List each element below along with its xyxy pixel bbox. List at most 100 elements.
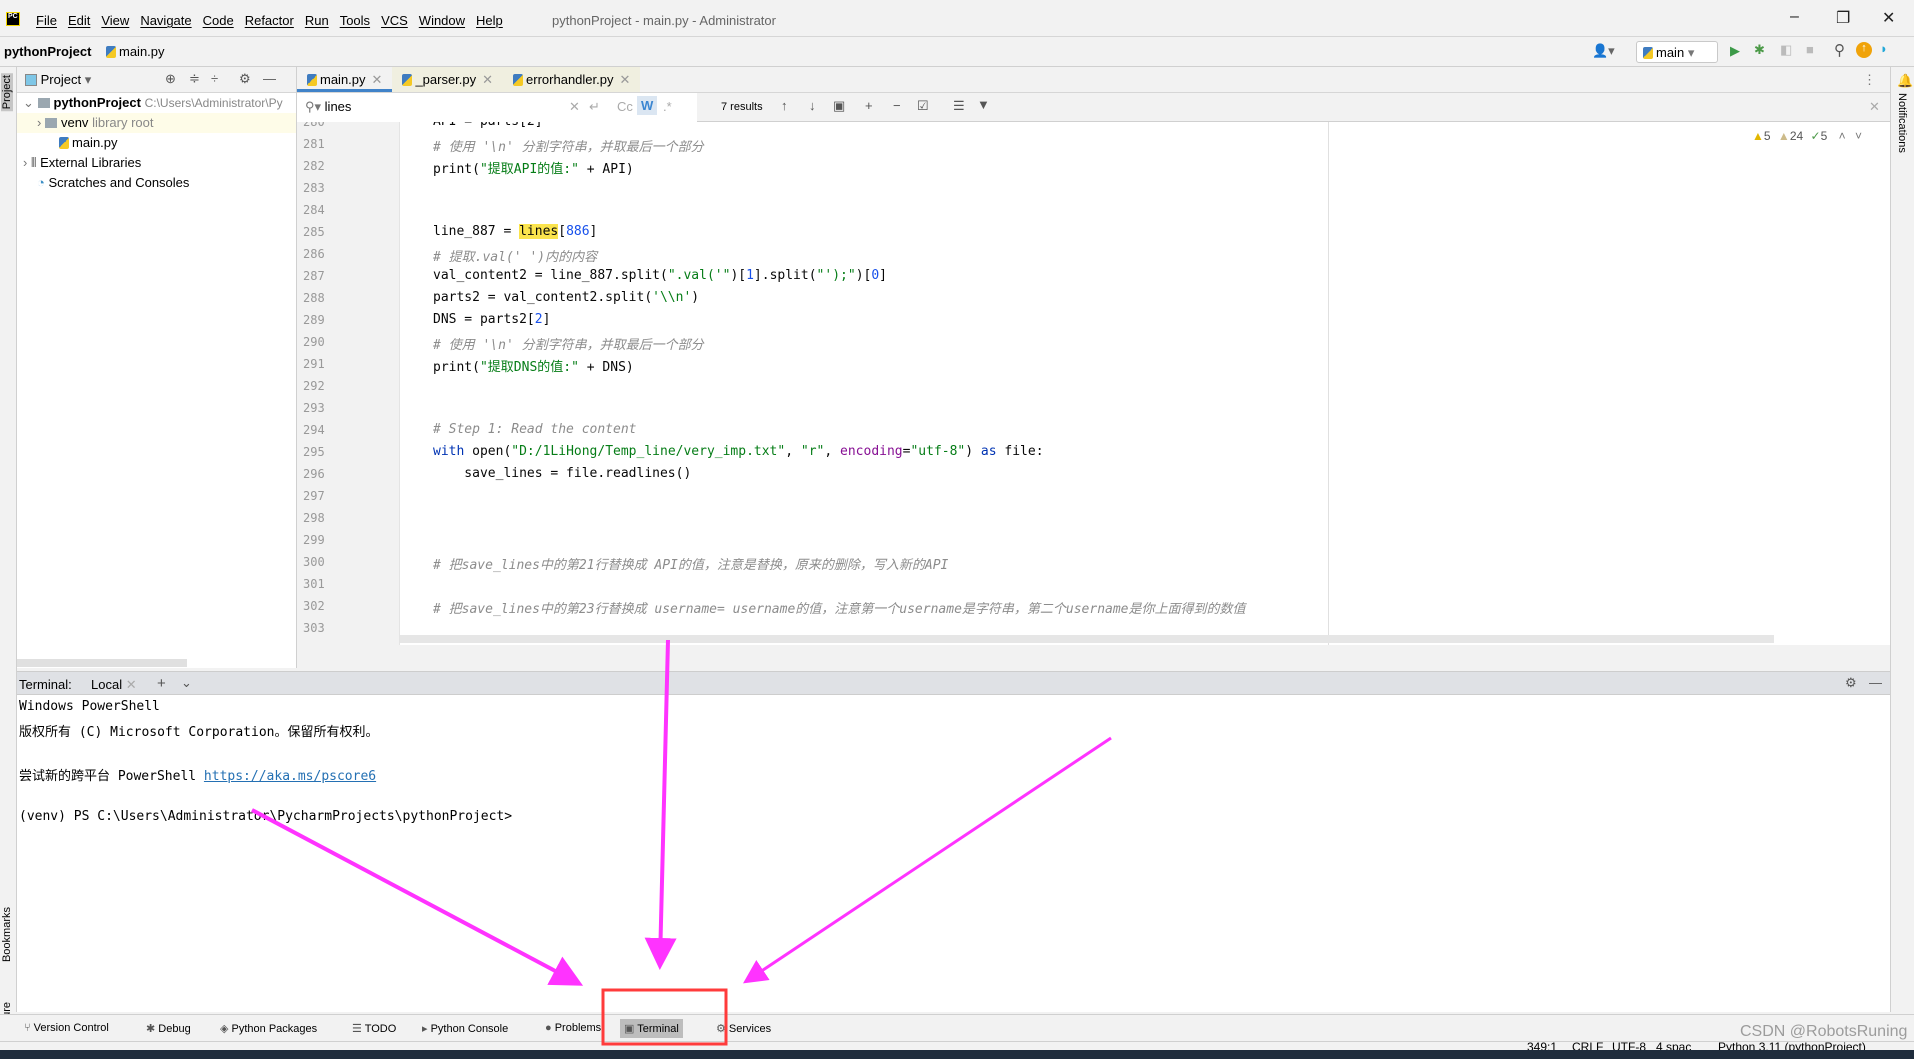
toolwindow-terminal[interactable]: ▣ Terminal [620,1019,683,1038]
breadcrumb-project[interactable]: pythonProject [4,44,91,59]
filter-icon[interactable]: ▼ [977,97,990,112]
regex-button[interactable]: .* [663,99,672,114]
gear-icon[interactable]: ⚙ [239,71,251,87]
gear-icon[interactable]: ⚙ [1845,675,1857,691]
menu-file[interactable]: File [36,13,57,28]
coverage-icon[interactable]: ◧ [1780,42,1792,58]
tree-item-project-root[interactable]: ⌄ pythonProject C:\Users\Administrator\P… [17,93,296,113]
debug-icon[interactable]: ✱ [1754,42,1765,58]
line-number: 286 [303,247,325,261]
code-token: DNS = parts2[ [433,312,535,327]
project-stripe-button[interactable]: Project [1,73,13,112]
jetbrains-icon[interactable]: ◗ [1880,41,1888,56]
notifications-stripe-button[interactable]: Notifications [1896,93,1908,153]
code-token: "提取DNS的值:" [479,360,579,375]
tree-item-main-py[interactable]: main.py [17,133,296,153]
hide-icon[interactable]: — [1869,675,1882,690]
tree-item-scratches[interactable]: ◔ Scratches and Consoles [17,173,296,193]
code-token: # 把save_lines中的第21行替换成 API的值，注意是替换，原来的删除… [433,558,949,573]
editor-horizontal-scrollbar[interactable] [400,635,1774,643]
close-window-button[interactable]: ✕ [1882,8,1895,28]
toolwindow-python-packages[interactable]: ◈ Python Packages [216,1019,321,1038]
user-icon[interactable]: 👤▾ [1592,43,1615,59]
restore-button[interactable]: ❐ [1836,8,1850,28]
tab-parser-py[interactable]: _parser.py ✕ [392,67,504,92]
close-tab-icon[interactable]: ✕ [482,72,493,87]
line-number: 283 [303,181,325,195]
weak-warnings-count: 24 [1789,129,1804,143]
menu-edit[interactable]: Edit [68,13,90,28]
menu-tools[interactable]: Tools [340,13,370,28]
expand-all-icon[interactable]: ≑ [189,71,200,87]
locate-icon[interactable]: ⊕ [165,71,176,87]
tab-main-py[interactable]: main.py ✕ [297,67,393,92]
new-terminal-icon[interactable]: + [157,675,166,692]
code-token: # 把save_lines中的第23行替换成 username= usernam… [433,602,1246,617]
select-all-icon[interactable]: ☑ [917,98,929,114]
next-occurrence-icon[interactable]: ↓ [809,98,816,113]
menu-vcs[interactable]: VCS [381,13,408,28]
remove-occurrence-icon[interactable]: − [893,98,901,113]
toolwindow-todo[interactable]: ☰ TODO [348,1019,400,1038]
menu-code[interactable]: Code [203,13,234,28]
chevron-down-icon[interactable]: ⌄ [181,675,192,691]
pscore-link[interactable]: https://aka.ms/pscore6 [204,769,376,784]
toolwindow-python-console[interactable]: ▸ Python Console [418,1019,512,1038]
minimize-button[interactable]: – [1790,8,1799,26]
tab-errorhandler-py[interactable]: errorhandler.py ✕ [503,67,641,92]
warnings-count: 5 [1763,129,1771,143]
close-tab-icon[interactable]: ✕ [372,72,383,87]
menu-refactor[interactable]: Refactor [245,13,294,28]
previous-highlight-icon[interactable]: ˄ [1839,129,1846,143]
os-taskbar [0,1050,1914,1059]
more-tabs-icon[interactable]: ⋮ [1863,72,1876,88]
bookmarks-stripe-button[interactable]: Bookmarks [1,907,13,962]
toolwindow-problems[interactable]: ● Problems [541,1019,605,1037]
code-token: ] [879,268,887,283]
options-icon[interactable]: ☰ [953,98,965,114]
menu-navigate[interactable]: Navigate [140,13,191,28]
collapse-all-icon[interactable]: ÷ [211,71,218,86]
line-number: 291 [303,357,325,371]
update-icon[interactable]: ↑ [1856,42,1872,58]
tree-item-external-libraries[interactable]: › ⫴ External Libraries [17,153,296,173]
select-all-occurrences-icon[interactable]: ▣ [833,98,845,114]
tree-item-venv[interactable]: › venv library root [17,113,296,133]
breadcrumb-file[interactable]: main.py [106,44,165,59]
notifications-bell-icon[interactable]: 🔔 [1897,73,1913,89]
run-icon[interactable]: ▶ [1730,43,1740,59]
search-icon[interactable]: ⚲ [1834,41,1845,59]
toolwindow-version-control[interactable]: ⑂ Version Control [20,1019,113,1037]
previous-occurrence-icon[interactable]: ↑ [781,98,788,113]
clear-icon[interactable]: ✕ [569,99,580,115]
code-token: ) [965,444,981,459]
words-button[interactable]: W [637,96,658,115]
close-tab-icon[interactable]: ✕ [126,677,137,692]
line-number: 288 [303,291,325,305]
menu-view[interactable]: View [101,13,129,28]
editor-tabs: main.py ✕ _parser.py ✕ errorhandler.py ✕ ⋮ [297,67,1890,93]
folder-icon [37,98,50,108]
toolwindow-debug[interactable]: ✱ Debug [142,1019,195,1038]
close-find-icon[interactable]: ✕ [1869,99,1880,115]
match-case-button[interactable]: Cc [617,99,633,114]
menu-window[interactable]: Window [419,13,465,28]
close-tab-icon[interactable]: ✕ [620,72,631,87]
toolwindow-services[interactable]: ⚙ Services [712,1019,775,1038]
add-occurrence-icon[interactable]: + [865,98,873,113]
terminal-output[interactable]: Windows PowerShell 版权所有 (C) Microsoft Co… [17,695,1890,1012]
code-editor[interactable]: 280 281 282 283 284 285 286 287 288 289 290 291 292 2… [297,122,1890,645]
hide-icon[interactable]: — [263,71,276,86]
new-line-icon[interactable]: ↵ [589,99,600,115]
line-number: 280 [303,122,325,129]
inspection-widget[interactable]: ▲5 ▲24 ✓5 ˄ ˅ [1752,129,1862,143]
menu-help[interactable]: Help [476,13,503,28]
project-view-select[interactable]: Project [41,72,81,87]
next-highlight-icon[interactable]: ˅ [1855,129,1862,143]
horizontal-scrollbar[interactable] [17,659,187,667]
find-input[interactable]: ⚲▾ lines ✕ ↵ Cc W .* [297,93,697,122]
stop-icon[interactable]: ■ [1806,42,1814,57]
menu-run[interactable]: Run [305,13,329,28]
run-config-select[interactable]: main ▾ [1636,41,1718,63]
code-line: parts2 = val_content2.split('\\n') [433,290,699,305]
